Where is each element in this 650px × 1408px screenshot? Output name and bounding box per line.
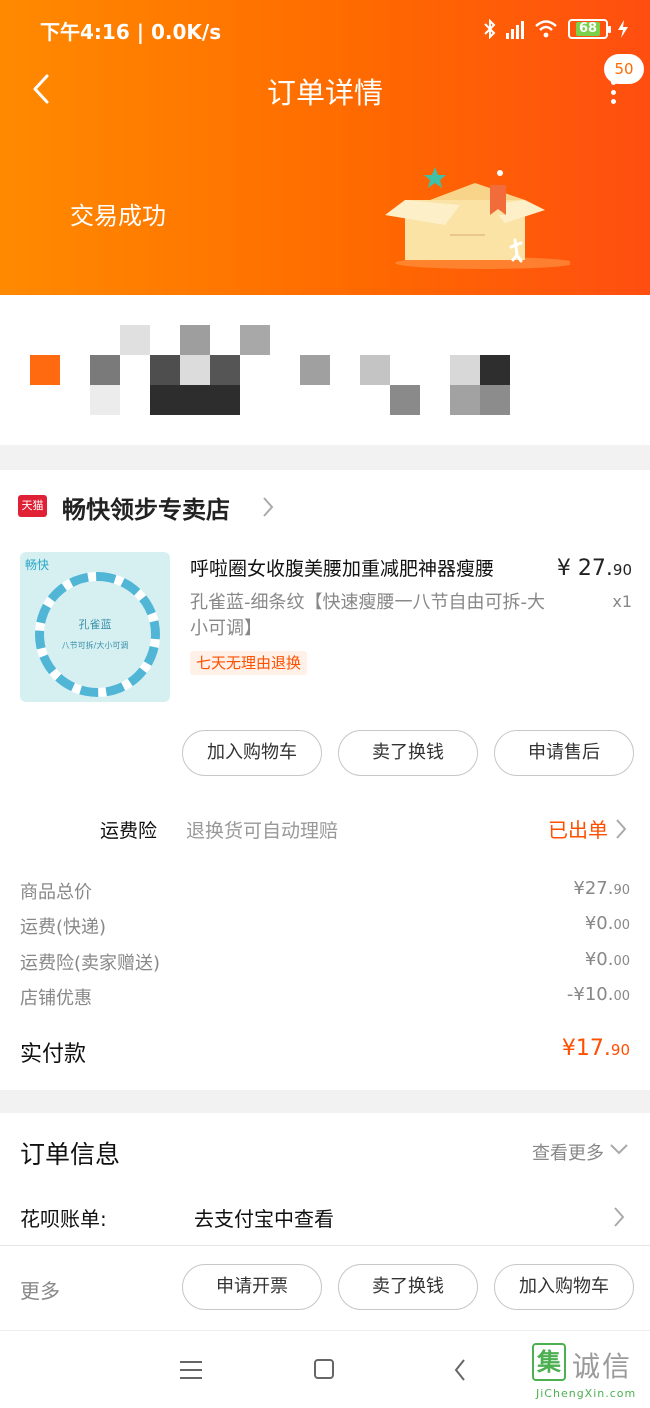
open-box-illustration: [385, 167, 570, 269]
status-icons: 68: [484, 14, 628, 44]
chevron-right-icon[interactable]: [614, 817, 628, 841]
bluetooth-icon: [484, 19, 496, 39]
product-price: ¥ 27.90: [556, 556, 632, 581]
tmall-logo: 天猫: [18, 495, 47, 517]
store-name[interactable]: 畅快领步专卖店: [62, 490, 230, 525]
menu-icon[interactable]: [180, 1361, 202, 1379]
add-to-cart-button[interactable]: 加入购物车: [182, 730, 322, 776]
huabei-link[interactable]: 去支付宝中查看: [194, 1203, 334, 1232]
order-card: 天猫 畅快领步专卖店 畅快 孔雀蓝 八节可拆/大小可调 呼啦圈女收腹美腰加重减肥…: [0, 470, 650, 1090]
location-pin-icon: [30, 355, 60, 385]
chevron-right-icon[interactable]: [260, 494, 276, 520]
system-nav-bar: 集 诚信 JiChengXin.com: [0, 1330, 650, 1408]
paid-label: 实付款: [20, 1042, 87, 1067]
thumb-name: 孔雀蓝: [78, 618, 112, 631]
fee-row-discount: 店铺优惠 -¥10.00: [20, 984, 630, 1009]
page-title: 订单详情: [266, 76, 383, 110]
see-more-link[interactable]: 查看更多: [532, 1139, 604, 1165]
charging-icon: [618, 20, 628, 38]
wifi-icon: [535, 20, 557, 38]
paid-amount: ¥17.90: [561, 1036, 630, 1061]
status-time: 下午4:16 | 0.0K/s: [40, 20, 222, 44]
order-info-title: 订单信息: [20, 1140, 121, 1169]
fee-row-total: 商品总价 ¥27.90: [20, 878, 630, 903]
watermark-url: JiChengXin.com: [536, 1387, 637, 1400]
huabei-label: 花呗账单:: [20, 1207, 107, 1231]
order-status: 交易成功: [70, 202, 166, 230]
product-title[interactable]: 呼啦圈女收腹美腰加重减肥神器瘦腰: [190, 554, 550, 581]
watermark-logo: 集 诚信 JiChengXin.com: [532, 1343, 648, 1405]
shipping-insurance-status[interactable]: 已出单: [548, 814, 608, 843]
watermark-glyph: 集: [532, 1343, 566, 1381]
fee-row-shipping: 运费(快递) ¥0.00: [20, 913, 630, 938]
fee-row-insurance: 运费险(卖家赠送) ¥0.00: [20, 949, 630, 974]
thumb-sub: 八节可拆/大小可调: [61, 641, 129, 650]
shipping-insurance-desc: 退换货可自动理赔: [186, 820, 339, 842]
divider: [0, 1245, 650, 1246]
return-policy-tag: 七天无理由退换: [190, 651, 308, 675]
shipping-insurance-label: 运费险: [100, 820, 158, 842]
back-nav-icon[interactable]: [452, 1357, 468, 1383]
watermark-name: 诚信: [572, 1350, 633, 1383]
chevron-right-icon[interactable]: [612, 1205, 626, 1229]
product-quantity: x1: [612, 592, 632, 611]
address-card[interactable]: [0, 295, 650, 445]
more-label: 更多: [20, 1279, 60, 1303]
resell-button-bottom[interactable]: 卖了换钱: [338, 1264, 478, 1310]
more-options-icon[interactable]: [608, 80, 618, 104]
chevron-down-icon[interactable]: [608, 1139, 630, 1159]
product-thumbnail[interactable]: 畅快 孔雀蓝 八节可拆/大小可调: [20, 552, 170, 702]
thumb-brand: 畅快: [25, 558, 50, 572]
home-icon[interactable]: [314, 1359, 334, 1379]
order-info-card: 订单信息 查看更多 花呗账单: 去支付宝中查看 更多 申请开票 卖了换钱 加入购…: [0, 1113, 650, 1330]
invoice-button[interactable]: 申请开票: [182, 1264, 322, 1310]
battery-icon: 68: [568, 19, 611, 39]
after-sale-button[interactable]: 申请售后: [494, 730, 634, 776]
order-header: 下午4:16 | 0.0K/s 68 订单详情 50 交易成功: [0, 0, 650, 295]
signal-icon: [506, 19, 524, 39]
battery-level: 68: [575, 22, 601, 36]
product-sku: 孔雀蓝-细条纹【快速瘦腰一八节自由可拆-大小可调】: [190, 592, 545, 639]
status-bar: 下午4:16 | 0.0K/s 68: [0, 0, 650, 60]
add-to-cart-button-bottom[interactable]: 加入购物车: [494, 1264, 634, 1310]
resell-button[interactable]: 卖了换钱: [338, 730, 478, 776]
